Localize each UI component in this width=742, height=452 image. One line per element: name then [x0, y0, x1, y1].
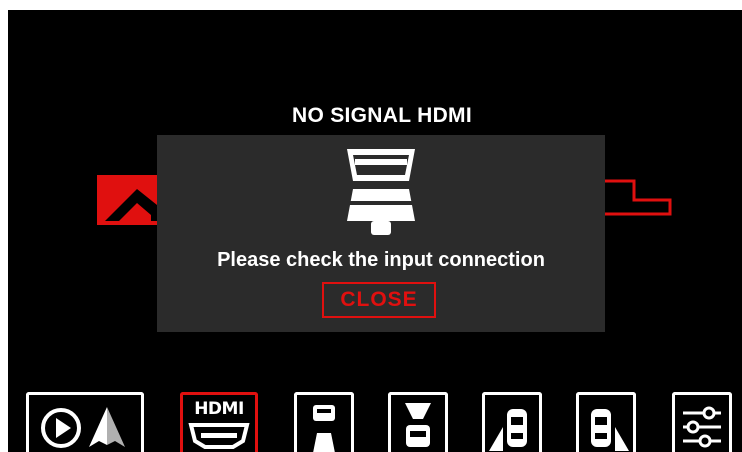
no-signal-dialog: Please check the input connection CLOSE: [157, 135, 605, 332]
front-camera-icon: [313, 405, 335, 452]
no-signal-title: NO SIGNAL HDMI: [292, 104, 472, 127]
bottom-source-bar: HDMI: [8, 392, 742, 452]
left-camera-button[interactable]: [482, 392, 542, 452]
left-camera-icon: [489, 409, 527, 451]
front-camera-button[interactable]: [294, 392, 354, 452]
dialog-message: Please check the input connection: [217, 249, 545, 271]
right-camera-button[interactable]: [576, 392, 636, 452]
front-rear-camera-icon: [405, 403, 431, 447]
background-right-graphic: [598, 179, 672, 216]
hdmi-icon: [188, 423, 250, 449]
settings-sliders-icon: [683, 406, 721, 448]
carplay-android-auto-icon: [41, 407, 125, 448]
carplay-android-auto-button[interactable]: [26, 392, 144, 452]
hdmi-source-button[interactable]: HDMI: [180, 392, 258, 452]
settings-button[interactable]: [672, 392, 732, 452]
display-screen: NO SIGNAL HDMI Please check the input co…: [8, 10, 742, 452]
right-camera-icon: [591, 409, 629, 451]
close-button[interactable]: CLOSE: [322, 282, 436, 318]
hdmi-connector-icon: [345, 149, 417, 235]
front-rear-camera-button[interactable]: [388, 392, 448, 452]
